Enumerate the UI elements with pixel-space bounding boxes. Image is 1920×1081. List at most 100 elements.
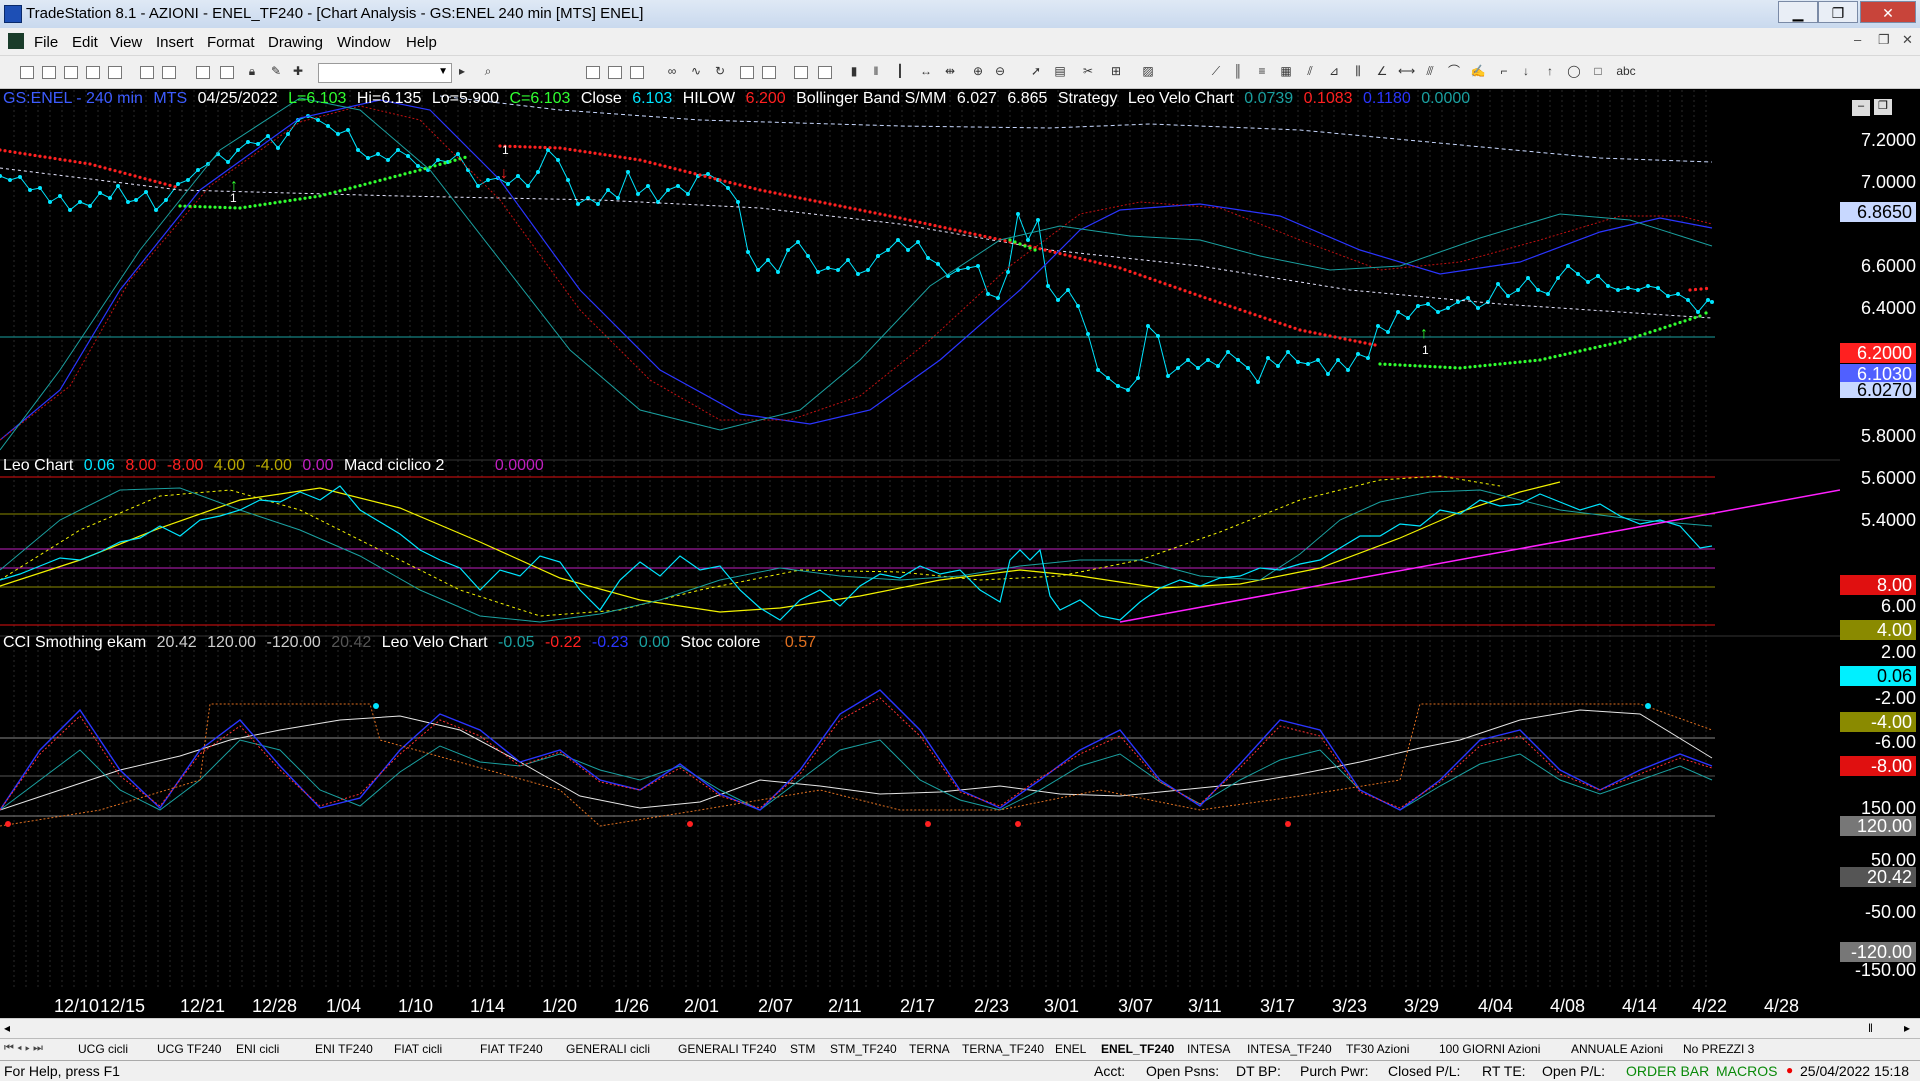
mdi-restore-button[interactable]: ❐	[1878, 32, 1890, 48]
panel-minimize-button[interactable]: –	[1852, 100, 1870, 116]
pen-icon[interactable]: ✎	[268, 64, 284, 79]
close-button[interactable]: ✕	[1860, 1, 1916, 23]
print-icon[interactable]	[140, 66, 154, 79]
mdi-close-button[interactable]: ✕	[1902, 32, 1913, 48]
print-preview-icon[interactable]	[162, 66, 176, 79]
ellipse-icon[interactable]: ◯	[1566, 64, 1582, 79]
symbol-combo[interactable]: ▼	[318, 63, 452, 83]
scanner-icon[interactable]	[762, 66, 776, 79]
status-macros[interactable]: MACROS	[1716, 1063, 1777, 1079]
andrews-icon[interactable]: ⫼	[1350, 64, 1366, 79]
diagonal-icon[interactable]: ⫻	[1422, 64, 1438, 79]
mdi-minimize-button[interactable]: –	[1854, 32, 1861, 47]
tab-generali-tf240[interactable]: GENERALI TF240	[678, 1042, 776, 1056]
tools-icon[interactable]: ✂	[1080, 64, 1096, 79]
maximize-button[interactable]: ❐	[1818, 1, 1858, 23]
compress-icon[interactable]: ⇹	[942, 64, 958, 79]
tab-100-giorni-azioni[interactable]: 100 GIORNI Azioni	[1439, 1042, 1540, 1056]
macro-icon[interactable]: ✚	[290, 64, 306, 79]
chart-area[interactable]: ↑ 1 ↓ 1 ↑ 1 GS:ENEL - 240 min MTS 04/25/2022 …	[0, 90, 1840, 1018]
grid-icon[interactable]	[220, 66, 234, 79]
regression-icon[interactable]: ∠	[1374, 64, 1390, 79]
tab-terna-tf240[interactable]: TERNA_TF240	[962, 1042, 1044, 1056]
freehand-icon[interactable]: ✍	[1470, 64, 1486, 79]
tab-annuale-azioni[interactable]: ANNUALE Azioni	[1571, 1042, 1663, 1056]
panel-restore-button[interactable]: ❐	[1873, 99, 1892, 115]
tab-generali-cicli[interactable]: GENERALI cicli	[566, 1042, 650, 1056]
zoom-in-icon[interactable]: ⊕	[970, 64, 986, 79]
chart-format-icon[interactable]	[608, 66, 622, 79]
channel-icon[interactable]: ▦	[1278, 64, 1294, 79]
horizontal-arrow-icon[interactable]: ⟷	[1398, 64, 1415, 79]
tab-intesa-tf240[interactable]: INTESA_TF240	[1247, 1042, 1332, 1056]
rectangle-icon[interactable]: □	[1590, 64, 1606, 79]
tab-eni-tf240[interactable]: ENI TF240	[315, 1042, 373, 1056]
arrow-right-icon[interactable]: ▸	[454, 64, 470, 79]
new-icon[interactable]	[20, 66, 34, 79]
text-icon[interactable]: abc	[1614, 64, 1638, 79]
data-window-icon[interactable]: ▤	[1052, 64, 1068, 79]
pointer-icon[interactable]: ➚	[1028, 64, 1044, 79]
menu-drawing[interactable]: Drawing	[268, 34, 323, 51]
tab-nav-icon[interactable]: ⏮ ◂ ▸ ⏭	[4, 1042, 43, 1055]
tab-enel[interactable]: ENEL	[1055, 1042, 1086, 1056]
paste-icon[interactable]	[86, 66, 100, 79]
fib-icon[interactable]: ≡	[1254, 64, 1270, 79]
down-arrow-icon[interactable]: ↓	[1518, 64, 1534, 79]
menu-help[interactable]: Help	[406, 34, 437, 51]
copy-icon[interactable]	[64, 66, 78, 79]
radar-icon[interactable]	[740, 66, 754, 79]
status-order-bar[interactable]: ORDER BAR	[1626, 1063, 1709, 1079]
gann-icon[interactable]: ⊿	[1326, 64, 1342, 79]
table-icon[interactable]	[630, 66, 644, 79]
chart-icon[interactable]	[586, 66, 600, 79]
up-arrow-icon[interactable]: ↑	[1542, 64, 1558, 79]
zoom-out-icon[interactable]: ⊖	[992, 64, 1008, 79]
tab-enel-tf240[interactable]: ENEL_TF240	[1101, 1042, 1174, 1056]
speed-line-icon[interactable]: ⫽	[1302, 64, 1318, 79]
scroll-right-icon[interactable]: ▸	[1904, 1021, 1910, 1035]
chevron-down-icon[interactable]: ▼	[438, 66, 448, 77]
open-icon[interactable]	[42, 66, 56, 79]
minimize-button[interactable]: ▁	[1778, 1, 1818, 23]
candle-icon[interactable]: ‖	[868, 64, 884, 79]
scroll-left-icon[interactable]: ◂	[4, 1021, 10, 1035]
bar-chart-icon[interactable]: ▮	[846, 64, 862, 79]
tab-stm[interactable]: STM	[790, 1042, 815, 1056]
horizontal-scrollbar[interactable]: ◂ ‖ ▸	[0, 1018, 1920, 1039]
menu-format[interactable]: Format	[207, 34, 255, 51]
window-icon[interactable]	[196, 66, 210, 79]
menu-file[interactable]: File	[34, 34, 58, 51]
refresh-icon[interactable]: ↻	[712, 64, 728, 79]
lock-icon[interactable]: 🔒︎	[244, 64, 260, 79]
save-icon[interactable]	[108, 66, 122, 79]
expand-icon[interactable]: ↔	[918, 64, 934, 79]
tab-fiat-cicli[interactable]: FIAT cicli	[394, 1042, 442, 1056]
line-chart-icon[interactable]: ┃	[892, 64, 908, 79]
tab-ucg-tf240[interactable]: UCG TF240	[157, 1042, 221, 1056]
menu-window[interactable]: Window	[337, 34, 390, 51]
indicator-icon[interactable]: ∿	[688, 64, 704, 79]
menu-edit[interactable]: Edit	[72, 34, 98, 51]
drawing-lock-icon[interactable]: ⊞	[1108, 64, 1124, 79]
hline-icon[interactable]: ║	[1230, 64, 1246, 79]
tab-intesa[interactable]: INTESA	[1187, 1042, 1230, 1056]
tab-terna[interactable]: TERNA	[909, 1042, 950, 1056]
tab-tf30-azioni[interactable]: TF30 Azioni	[1346, 1042, 1409, 1056]
curve-icon[interactable]: ⌐	[1496, 64, 1512, 79]
zoom-search-icon[interactable]: ⌕	[480, 64, 496, 79]
tab-eni-cicli[interactable]: ENI cicli	[236, 1042, 279, 1056]
options-icon[interactable]	[818, 66, 832, 79]
menu-insert[interactable]: Insert	[156, 34, 194, 51]
tab-ucg-cicli[interactable]: UCG cicli	[78, 1042, 128, 1056]
scroll-thumb[interactable]: ‖	[1868, 1021, 1873, 1035]
menu-view[interactable]: View	[110, 34, 142, 51]
tab-no-prezzi-3[interactable]: No PREZZI 3	[1683, 1042, 1754, 1056]
matrix-icon[interactable]	[794, 66, 808, 79]
arc-icon[interactable]: ⌒	[1446, 64, 1462, 79]
tab-stm-tf240[interactable]: STM_TF240	[830, 1042, 897, 1056]
link-icon[interactable]: ∞	[664, 64, 680, 79]
tab-fiat-tf240[interactable]: FIAT TF240	[480, 1042, 543, 1056]
trendline-icon[interactable]: ⟋	[1208, 64, 1224, 79]
chart-svg[interactable]: ↑1↓1↑1	[0, 90, 1840, 1018]
